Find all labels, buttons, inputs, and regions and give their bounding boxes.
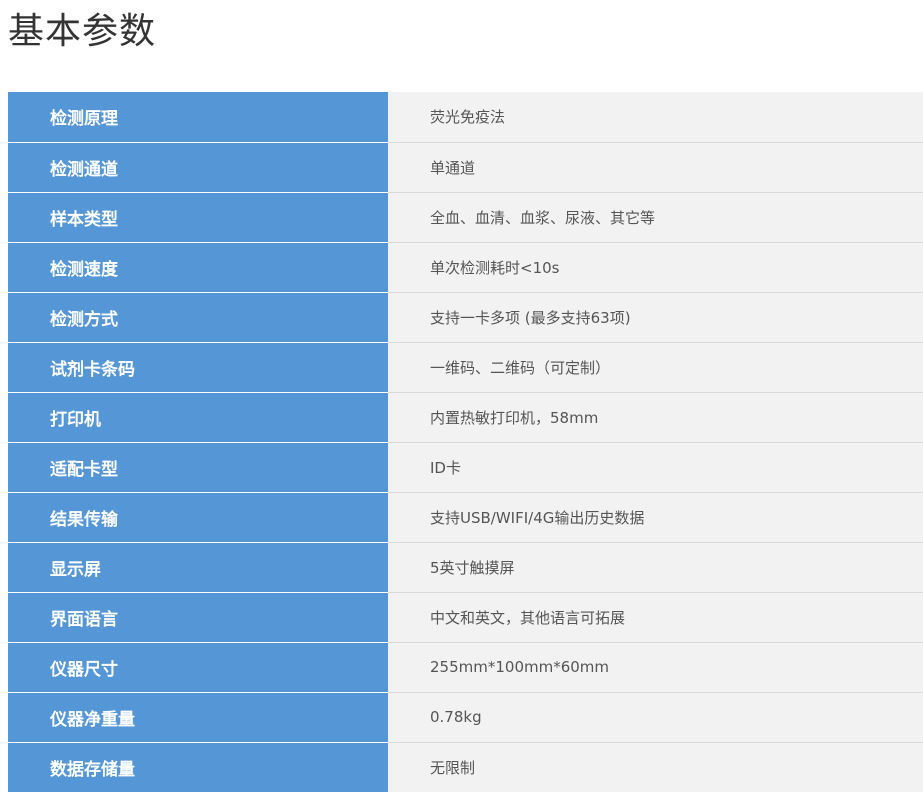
- spec-value: 一维码、二维码（可定制）: [388, 342, 923, 393]
- spec-value: 0.78kg: [388, 692, 923, 743]
- page-title: 基本参数: [8, 11, 157, 52]
- table-row: 检测速度 单次检测耗时<10s: [8, 242, 923, 293]
- spec-label: 试剂卡条码: [8, 342, 388, 393]
- table-row: 适配卡型 ID卡: [8, 442, 923, 493]
- spec-label: 检测方式: [8, 292, 388, 343]
- table-row: 检测方式 支持一卡多项 (最多支持63项): [8, 292, 923, 343]
- spec-value: 5英寸触摸屏: [388, 542, 923, 593]
- spec-label: 检测原理: [8, 92, 388, 143]
- spec-label: 显示屏: [8, 542, 388, 593]
- spec-value: 单通道: [388, 142, 923, 193]
- spec-label: 适配卡型: [8, 442, 388, 493]
- spec-value: 无限制: [388, 742, 923, 792]
- spec-value: 支持一卡多项 (最多支持63项): [388, 292, 923, 343]
- spec-table: 检测原理 荧光免疫法 检测通道 单通道 样本类型 全血、血清、血浆、尿液、其它等…: [8, 92, 923, 792]
- spec-label: 检测通道: [8, 142, 388, 193]
- spec-label: 结果传输: [8, 492, 388, 543]
- spec-value: ID卡: [388, 442, 923, 493]
- spec-label: 数据存储量: [8, 742, 388, 792]
- spec-value: 荧光免疫法: [388, 92, 923, 143]
- spec-label: 仪器净重量: [8, 692, 388, 743]
- spec-label: 打印机: [8, 392, 388, 443]
- table-row: 数据存储量 无限制: [8, 742, 923, 792]
- table-row: 界面语言 中文和英文，其他语言可拓展: [8, 592, 923, 643]
- table-row: 显示屏 5英寸触摸屏: [8, 542, 923, 593]
- spec-label: 界面语言: [8, 592, 388, 643]
- spec-value: 255mm*100mm*60mm: [388, 642, 923, 693]
- spec-label: 检测速度: [8, 242, 388, 293]
- table-row: 检测通道 单通道: [8, 142, 923, 193]
- spec-value: 全血、血清、血浆、尿液、其它等: [388, 192, 923, 243]
- spec-value: 中文和英文，其他语言可拓展: [388, 592, 923, 643]
- table-row: 打印机 内置热敏打印机，58mm: [8, 392, 923, 443]
- table-row: 仪器净重量 0.78kg: [8, 692, 923, 743]
- spec-value: 单次检测耗时<10s: [388, 242, 923, 293]
- spec-value: 内置热敏打印机，58mm: [388, 392, 923, 443]
- table-row: 试剂卡条码 一维码、二维码（可定制）: [8, 342, 923, 393]
- spec-label: 仪器尺寸: [8, 642, 388, 693]
- spec-label: 样本类型: [8, 192, 388, 243]
- spec-value: 支持USB/WIFI/4G输出历史数据: [388, 492, 923, 543]
- table-row: 结果传输 支持USB/WIFI/4G输出历史数据: [8, 492, 923, 543]
- table-row: 检测原理 荧光免疫法: [8, 92, 923, 143]
- table-row: 仪器尺寸 255mm*100mm*60mm: [8, 642, 923, 693]
- table-row: 样本类型 全血、血清、血浆、尿液、其它等: [8, 192, 923, 243]
